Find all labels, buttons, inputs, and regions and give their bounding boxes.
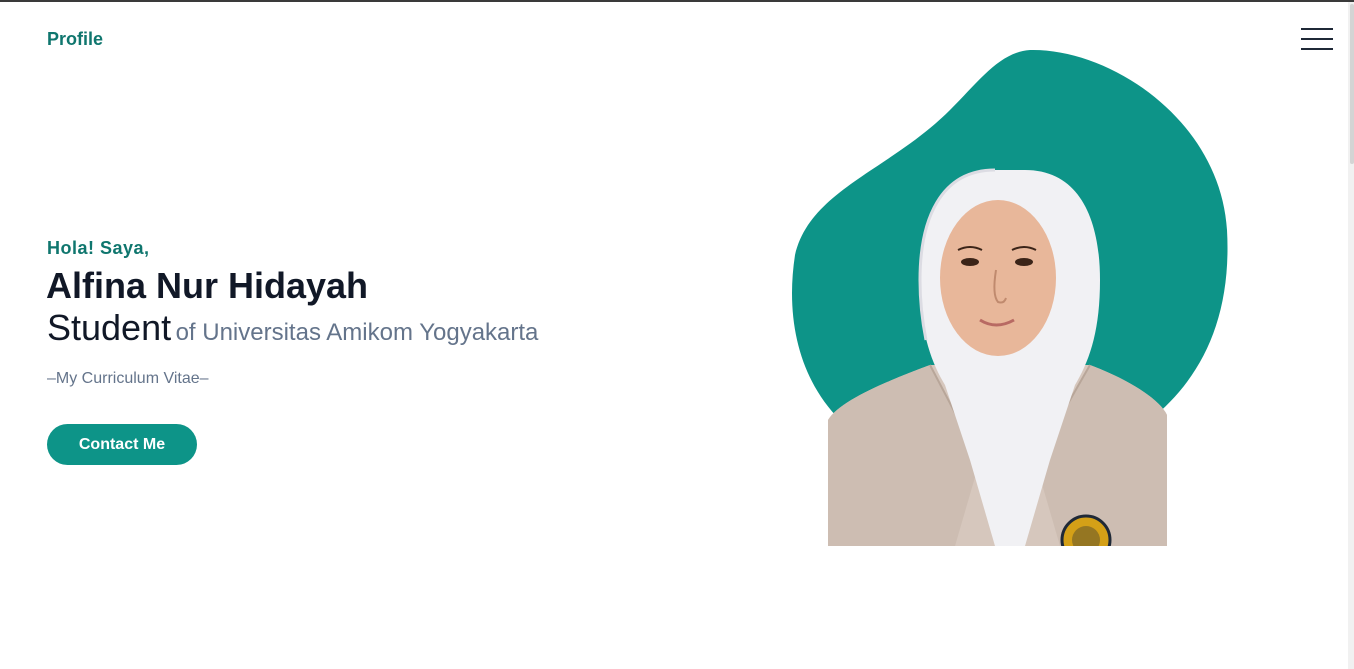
hero-institution: of Universitas Amikom Yogyakarta	[175, 319, 539, 346]
profile-portrait	[780, 49, 1240, 550]
hero-name: Alfina Nur Hidayah	[46, 265, 369, 306]
hero-greeting: Hola! Saya,	[47, 238, 150, 258]
menu-bar	[1301, 28, 1333, 30]
cv-caption: –My Curriculum Vitae–	[47, 370, 209, 387]
menu-bar	[1301, 48, 1333, 50]
page: Profile Hola! Saya, Alfina Nur Hidayah S…	[0, 0, 1354, 669]
face	[940, 200, 1056, 356]
hamburger-menu-icon[interactable]	[1301, 28, 1333, 52]
menu-bar	[1301, 38, 1333, 40]
window-top-border	[0, 0, 1354, 2]
contact-me-button[interactable]: Contact Me	[47, 424, 197, 465]
scrollbar-thumb[interactable]	[1350, 4, 1354, 164]
hero-role: Student	[47, 307, 172, 348]
hero-role-line: Student of Universitas Amikom Yogyakarta	[47, 307, 538, 349]
brand-link[interactable]: Profile	[47, 29, 103, 50]
